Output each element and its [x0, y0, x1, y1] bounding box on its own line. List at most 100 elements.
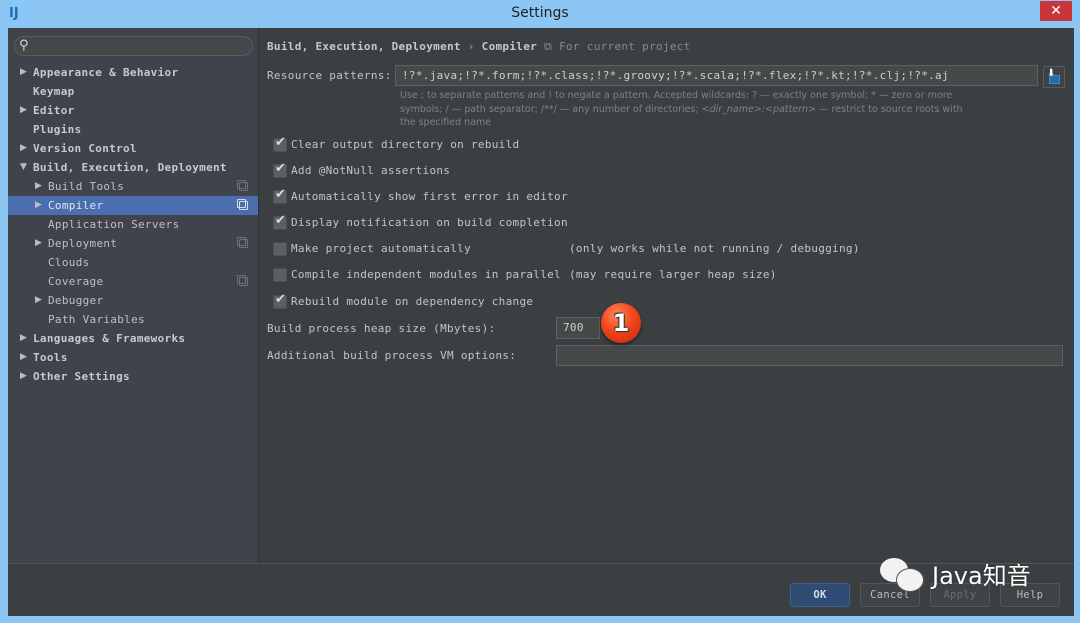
sidebar-item-tools[interactable]: ▶ Tools	[8, 348, 258, 367]
sidebar-item-compiler[interactable]: ▶ Compiler	[8, 196, 258, 215]
sidebar-item-label: Plugins	[33, 123, 82, 136]
checkbox-checked[interactable]: ✔	[273, 187, 287, 204]
sidebar-item-application-servers[interactable]: Application Servers	[8, 215, 258, 234]
sidebar-item-debugger[interactable]: ▶ Debugger	[8, 291, 258, 310]
project-scope-icon	[237, 275, 248, 286]
chevron-right-icon[interactable]: ▶	[20, 329, 27, 348]
sidebar-item-clouds[interactable]: Clouds	[8, 253, 258, 272]
checkbox-unchecked[interactable]	[273, 242, 287, 256]
breadcrumb-parent: Build, Execution, Deployment	[267, 40, 461, 53]
title-bar: IJ Settings ✕	[0, 0, 1080, 28]
hint-text: — restrict to source roots with	[816, 103, 963, 115]
ok-button[interactable]: OK	[790, 583, 850, 607]
sidebar-item-version-control[interactable]: ▶ Version Control	[8, 139, 258, 158]
project-scope-icon	[237, 199, 248, 210]
annotation-badge: 1	[601, 303, 641, 343]
sidebar-item-label: Version Control	[33, 142, 137, 155]
sidebar-item-appearance-behavior[interactable]: ▶ Appearance & Behavior	[8, 63, 258, 82]
chevron-right-icon[interactable]: ▶	[35, 234, 42, 253]
option-label: Make project automatically	[291, 242, 471, 255]
sidebar-item-label: Keymap	[33, 85, 75, 98]
chevron-right-icon[interactable]: ▶	[35, 177, 42, 196]
sidebar-item-label: Appearance & Behavior	[33, 66, 179, 79]
option-label: Rebuild module on dependency change	[291, 295, 534, 308]
checkbox-checked[interactable]: ✔	[273, 161, 287, 178]
option-label: Clear output directory on rebuild	[291, 138, 520, 151]
compiler-settings-panel: Build, Execution, Deployment › Compiler …	[259, 28, 1074, 563]
checkmark-icon: ✔	[275, 135, 286, 150]
sidebar-item-label: Tools	[33, 351, 68, 364]
hint-syntax: <dir_name>:<pattern>	[701, 103, 816, 115]
settings-dialog: ⚲ ▶ Appearance & Behavior Keymap ▶ Editor Plu…	[8, 28, 1074, 616]
sidebar-item-build-tools[interactable]: ▶ Build Tools	[8, 177, 258, 196]
close-button[interactable]: ✕	[1040, 1, 1072, 21]
checkmark-icon: ✔	[275, 161, 286, 176]
resource-patterns-input[interactable]: !?*.java;!?*.form;!?*.class;!?*.groovy;!…	[395, 65, 1038, 86]
hint-line: the specified name	[400, 117, 492, 128]
sidebar-item-deployment[interactable]: ▶ Deployment	[8, 234, 258, 253]
project-scope-icon	[237, 237, 248, 248]
chevron-right-icon[interactable]: ▶	[20, 139, 27, 158]
checkmark-icon: ✔	[275, 187, 286, 202]
sidebar-item-label: Clouds	[48, 256, 90, 269]
breadcrumb-current: Compiler	[481, 40, 538, 53]
resource-patterns-hint: Use ; to separate patterns and ! to nega…	[400, 89, 1060, 130]
sidebar-item-keymap[interactable]: Keymap	[8, 82, 258, 101]
wechat-icon	[880, 558, 928, 592]
checkbox-checked[interactable]: ✔	[273, 292, 287, 309]
heap-size-label: Build process heap size (Mbytes):	[267, 322, 496, 335]
expand-patterns-button[interactable]: ⬇	[1043, 66, 1065, 88]
hint-line: symbols; / — path separator; /**/ — any …	[400, 103, 1060, 117]
checkbox-checked[interactable]: ✔	[273, 213, 287, 230]
checkmark-icon: ✔	[275, 213, 286, 228]
sidebar: ⚲ ▶ Appearance & Behavior Keymap ▶ Editor Plu…	[8, 28, 259, 563]
sidebar-item-plugins[interactable]: Plugins	[8, 120, 258, 139]
watermark-text: Java知音	[932, 562, 1031, 590]
scope-label: For current project	[559, 40, 691, 53]
settings-tree: ▶ Appearance & Behavior Keymap ▶ Editor Plugi…	[8, 63, 258, 386]
arrow-down-icon: ⬇	[1047, 68, 1056, 79]
option-label: Compile independent modules in parallel	[291, 268, 561, 281]
option-note: (may require larger heap size)	[569, 268, 777, 281]
project-scope-icon: ⧉	[543, 40, 553, 53]
sidebar-item-label: Build Tools	[48, 180, 125, 193]
sidebar-item-label: Compiler	[48, 199, 104, 212]
heap-size-input[interactable]: 700	[556, 317, 600, 339]
sidebar-item-label: Languages & Frameworks	[33, 332, 186, 345]
option-label: Automatically show first error in editor	[291, 190, 568, 203]
option-label: Display notification on build completion	[291, 216, 568, 229]
search-icon: ⚲	[19, 38, 29, 53]
sidebar-item-build-execution-deployment[interactable]: ▼ Build, Execution, Deployment	[8, 158, 258, 177]
window-title: Settings	[511, 5, 569, 21]
sidebar-item-label: Deployment	[48, 237, 118, 250]
option-label: Add @NotNull assertions	[291, 164, 451, 177]
sidebar-item-label: Other Settings	[33, 370, 130, 383]
chevron-right-icon[interactable]: ▶	[20, 101, 27, 120]
sidebar-item-coverage[interactable]: Coverage	[8, 272, 258, 291]
vm-options-input[interactable]	[556, 345, 1063, 366]
chevron-down-icon[interactable]: ▼	[20, 158, 27, 177]
checkbox-unchecked[interactable]	[273, 268, 287, 282]
chevron-right-icon[interactable]: ▶	[35, 196, 42, 215]
sidebar-item-languages-frameworks[interactable]: ▶ Languages & Frameworks	[8, 329, 258, 348]
chevron-right-icon[interactable]: ▶	[35, 291, 42, 310]
sidebar-item-label: Application Servers	[48, 218, 180, 231]
vm-options-label: Additional build process VM options:	[267, 349, 517, 362]
sidebar-item-label: Editor	[33, 104, 75, 117]
search-input[interactable]: ⚲	[14, 36, 253, 56]
chevron-right-icon[interactable]: ▶	[20, 63, 27, 82]
chevron-right-icon[interactable]: ▶	[20, 348, 27, 367]
option-note: (only works while not running / debuggin…	[569, 242, 860, 255]
sidebar-item-editor[interactable]: ▶ Editor	[8, 101, 258, 120]
breadcrumb-separator: ›	[467, 40, 475, 53]
sidebar-item-label: Build, Execution, Deployment	[33, 161, 227, 174]
sidebar-item-other-settings[interactable]: ▶ Other Settings	[8, 367, 258, 386]
checkmark-icon: ✔	[275, 292, 286, 307]
chevron-right-icon[interactable]: ▶	[20, 367, 27, 386]
hint-line: Use ; to separate patterns and ! to nega…	[400, 90, 953, 101]
breadcrumb: Build, Execution, Deployment › Compiler …	[267, 40, 691, 54]
hint-text: symbols; / — path separator; /**/ — any …	[400, 103, 702, 115]
sidebar-item-path-variables[interactable]: Path Variables	[8, 310, 258, 329]
checkbox-checked[interactable]: ✔	[273, 135, 287, 152]
sidebar-item-label: Path Variables	[48, 313, 145, 326]
